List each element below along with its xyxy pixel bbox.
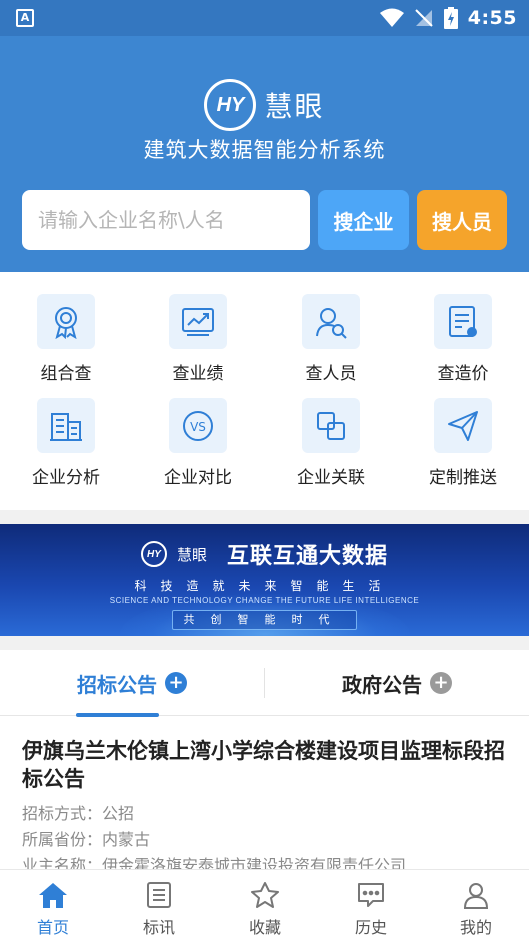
nav-label: 标讯 xyxy=(142,918,175,937)
function-label: 组合查 xyxy=(40,364,92,384)
plus-icon[interactable]: + xyxy=(430,672,452,694)
function-person-search[interactable]: 查人员 xyxy=(265,280,397,384)
detail-bid-method: 招标方式：公招 xyxy=(22,804,135,823)
nav-label: 首页 xyxy=(36,918,69,937)
bottom-navigation: 首页 标讯 收藏 历史 我的 xyxy=(0,869,529,942)
status-bar: A 4:55 xyxy=(0,0,529,36)
tab-bid-announcement[interactable]: 招标公告 + xyxy=(0,650,264,716)
nav-home[interactable]: 首页 xyxy=(0,870,106,942)
vs-icon: VS xyxy=(169,398,227,453)
search-company-button[interactable]: 搜企业 xyxy=(318,190,409,250)
header-hero: A 4:55 HY 慧眼 建筑大数据智能分析系统 搜企业 搜人员 xyxy=(0,0,529,272)
no-signal-icon xyxy=(415,9,433,27)
svg-text:VS: VS xyxy=(190,420,206,434)
nav-label: 收藏 xyxy=(248,918,281,937)
announcement-tabs: 招标公告 + 政府公告 + xyxy=(0,650,529,716)
building-icon xyxy=(37,398,95,453)
document-gear-icon xyxy=(434,294,492,349)
banner-header: HY 慧眼 互联互通大数据 xyxy=(0,538,529,570)
paper-plane-icon xyxy=(434,398,492,453)
section-divider xyxy=(0,510,529,524)
chat-icon xyxy=(356,880,386,910)
battery-charging-icon xyxy=(443,7,458,29)
function-label: 企业对比 xyxy=(164,468,232,488)
search-input[interactable] xyxy=(22,190,310,250)
announcement-title: 伊旗乌兰木伦镇上湾小学综合楼建设项目监理标段招标公告 xyxy=(22,739,505,791)
nav-profile[interactable]: 我的 xyxy=(423,870,529,942)
person-search-icon xyxy=(302,294,360,349)
star-icon xyxy=(250,880,280,910)
function-label: 查人员 xyxy=(305,364,357,384)
nav-history[interactable]: 历史 xyxy=(318,870,424,942)
tab-label: 政府公告 xyxy=(342,672,422,697)
function-company-relation[interactable]: 企业关联 xyxy=(265,384,397,488)
home-icon xyxy=(38,880,68,910)
award-icon xyxy=(37,294,95,349)
function-label: 查业绩 xyxy=(172,364,224,384)
wifi-icon xyxy=(379,8,404,27)
app-notification-icon: A xyxy=(16,9,34,27)
tab-label: 招标公告 xyxy=(77,672,157,697)
hy-logo-icon: HY xyxy=(204,79,257,131)
banner-slogan-en: SCIENCE AND TECHNOLOGY CHANGE THE FUTURE… xyxy=(109,596,420,605)
banner-slogan: 科技造就未来智能生活 xyxy=(134,579,395,593)
nav-bid-news[interactable]: 标讯 xyxy=(106,870,212,942)
function-custom-push[interactable]: 定制推送 xyxy=(397,384,529,488)
banner-pill: 共创智能时代 xyxy=(172,610,357,630)
banner-logo-icon: HY xyxy=(140,541,167,567)
function-label: 查造价 xyxy=(437,364,489,384)
function-performance[interactable]: 查业绩 xyxy=(132,280,264,384)
app-subtitle: 建筑大数据智能分析系统 xyxy=(143,138,386,162)
plus-icon[interactable]: + xyxy=(165,672,187,694)
brand-name: 慧眼 xyxy=(264,90,325,123)
function-label: 企业关联 xyxy=(297,468,365,488)
brand-logo: HY 慧眼 xyxy=(0,79,529,131)
detail-owner: 业主名称：伊金霍洛旗安泰城市建设投资有限责任公司 xyxy=(22,856,407,869)
status-icons: 4:55 xyxy=(379,6,517,30)
banner-title: 互联互通大数据 xyxy=(227,544,389,569)
promo-banner[interactable]: HY 慧眼 互联互通大数据 科技造就未来智能生活 SCIENCE AND TEC… xyxy=(0,524,529,636)
list-doc-icon xyxy=(144,880,174,910)
nav-label: 我的 xyxy=(459,918,492,937)
function-label: 定制推送 xyxy=(429,468,497,488)
clock: 4:55 xyxy=(467,7,517,29)
function-company-compare[interactable]: VS 企业对比 xyxy=(132,384,264,488)
function-company-analysis[interactable]: 企业分析 xyxy=(0,384,132,488)
tab-government-announcement[interactable]: 政府公告 + xyxy=(265,650,529,716)
link-squares-icon xyxy=(302,398,360,453)
function-cost[interactable]: 查造价 xyxy=(397,280,529,384)
user-icon xyxy=(461,880,491,910)
search-person-button[interactable]: 搜人员 xyxy=(417,190,507,250)
announcement-details: 招标方式：公招 所属省份：内蒙古 业主名称：伊金霍洛旗安泰城市建设投资有限责任公… xyxy=(22,801,507,869)
nav-favorites[interactable]: 收藏 xyxy=(212,870,318,942)
announcement-card[interactable]: 伊旗乌兰木伦镇上湾小学综合楼建设项目监理标段招标公告 招标方式：公招 所属省份：… xyxy=(0,717,529,869)
banner-brand: 慧眼 xyxy=(176,545,207,564)
detail-province: 所属省份：内蒙古 xyxy=(22,830,151,849)
section-divider xyxy=(0,636,529,650)
chart-icon xyxy=(169,294,227,349)
function-grid: 组合查 查业绩 查人员 查造价 企业分析 VS 企业对比 企业关联 定制推送 xyxy=(0,280,529,510)
function-label: 企业分析 xyxy=(32,468,100,488)
function-combined-search[interactable]: 组合查 xyxy=(0,280,132,384)
nav-label: 历史 xyxy=(354,918,387,937)
